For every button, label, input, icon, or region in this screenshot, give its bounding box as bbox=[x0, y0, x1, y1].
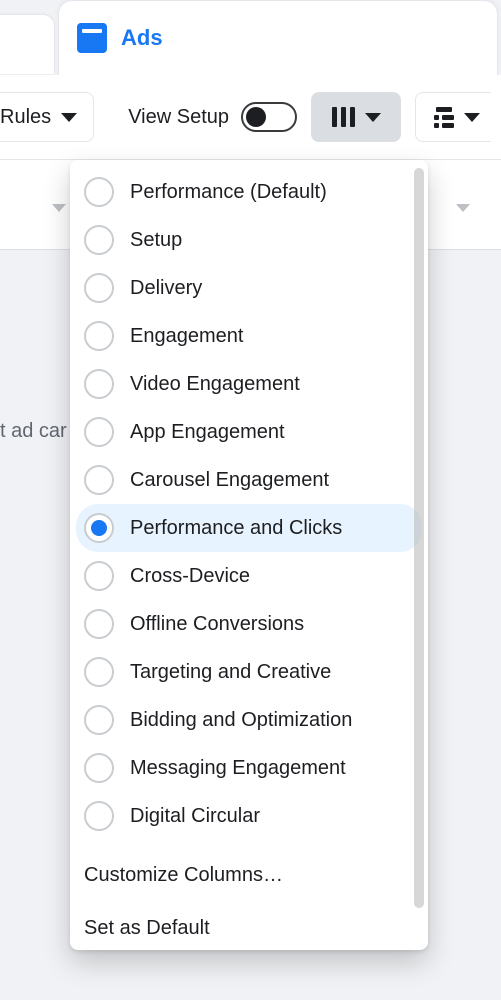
column-preset-option[interactable]: Targeting and Creative bbox=[76, 648, 422, 696]
option-label: Performance and Clicks bbox=[130, 517, 342, 540]
tab-ads[interactable]: Ads bbox=[58, 0, 498, 75]
radio-icon bbox=[84, 273, 114, 303]
option-label: Bidding and Optimization bbox=[130, 709, 352, 732]
tab-bar: Ads bbox=[0, 0, 501, 75]
sort-caret-icon[interactable] bbox=[456, 204, 470, 212]
caret-down-icon bbox=[61, 113, 77, 122]
view-setup-label: View Setup bbox=[128, 106, 229, 129]
option-label: Video Engagement bbox=[130, 373, 300, 396]
radio-icon bbox=[84, 561, 114, 591]
radio-icon bbox=[84, 753, 114, 783]
column-preset-option[interactable]: App Engagement bbox=[76, 408, 422, 456]
scrollbar[interactable] bbox=[414, 168, 424, 908]
radio-icon bbox=[84, 369, 114, 399]
caret-down-icon bbox=[365, 113, 381, 122]
option-label: Offline Conversions bbox=[130, 613, 304, 636]
background-hint-text: t ad car bbox=[0, 420, 67, 443]
toolbar: Rules View Setup bbox=[0, 75, 501, 160]
radio-icon bbox=[84, 657, 114, 687]
option-label: App Engagement bbox=[130, 421, 285, 444]
columns-icon bbox=[332, 107, 355, 127]
radio-icon bbox=[84, 801, 114, 831]
tab-label: Ads bbox=[121, 25, 163, 51]
option-label: Setup bbox=[130, 229, 182, 252]
view-setup-toggle[interactable]: View Setup bbox=[128, 102, 297, 132]
option-label: Targeting and Creative bbox=[130, 661, 331, 684]
column-preset-option[interactable]: Delivery bbox=[76, 264, 422, 312]
ads-icon bbox=[77, 23, 107, 53]
breakdown-button[interactable] bbox=[415, 92, 491, 142]
rules-label: Rules bbox=[0, 106, 51, 129]
option-label: Carousel Engagement bbox=[130, 469, 329, 492]
columns-dropdown: Performance (Default) Setup Delivery Engage… bbox=[70, 160, 428, 950]
column-preset-option[interactable]: Performance (Default) bbox=[76, 168, 422, 216]
option-label: Messaging Engagement bbox=[130, 757, 346, 780]
radio-icon bbox=[84, 177, 114, 207]
column-preset-option[interactable]: Digital Circular bbox=[76, 792, 422, 840]
breakdown-icon bbox=[434, 107, 454, 128]
column-preset-option[interactable]: Messaging Engagement bbox=[76, 744, 422, 792]
radio-icon bbox=[84, 321, 114, 351]
column-preset-option[interactable]: Engagement bbox=[76, 312, 422, 360]
radio-icon bbox=[84, 465, 114, 495]
column-preset-option[interactable]: Setup bbox=[76, 216, 422, 264]
option-label: Engagement bbox=[130, 325, 243, 348]
radio-icon bbox=[84, 225, 114, 255]
column-preset-option[interactable]: Bidding and Optimization bbox=[76, 696, 422, 744]
toggle-off-icon[interactable] bbox=[241, 102, 297, 132]
column-preset-option[interactable]: Carousel Engagement bbox=[76, 456, 422, 504]
radio-icon bbox=[84, 417, 114, 447]
adjacent-tab[interactable] bbox=[0, 14, 55, 74]
set-as-default-button[interactable]: Set as Default bbox=[70, 905, 428, 950]
column-preset-option[interactable]: Offline Conversions bbox=[76, 600, 422, 648]
radio-icon bbox=[84, 705, 114, 735]
option-label: Digital Circular bbox=[130, 805, 260, 828]
columns-button[interactable] bbox=[311, 92, 401, 142]
option-label: Delivery bbox=[130, 277, 202, 300]
radio-icon bbox=[84, 609, 114, 639]
rules-button[interactable]: Rules bbox=[0, 92, 94, 142]
sort-caret-icon[interactable] bbox=[52, 204, 66, 212]
option-label: Cross-Device bbox=[130, 565, 250, 588]
columns-option-list: Performance (Default) Setup Delivery Engage… bbox=[70, 160, 428, 840]
customize-columns-button[interactable]: Customize Columns… bbox=[70, 846, 428, 905]
column-preset-option[interactable]: Video Engagement bbox=[76, 360, 422, 408]
caret-down-icon bbox=[464, 113, 480, 122]
option-label: Performance (Default) bbox=[130, 181, 327, 204]
column-preset-option[interactable]: Cross-Device bbox=[76, 552, 422, 600]
column-preset-option[interactable]: Performance and Clicks bbox=[76, 504, 422, 552]
radio-icon bbox=[84, 513, 114, 543]
